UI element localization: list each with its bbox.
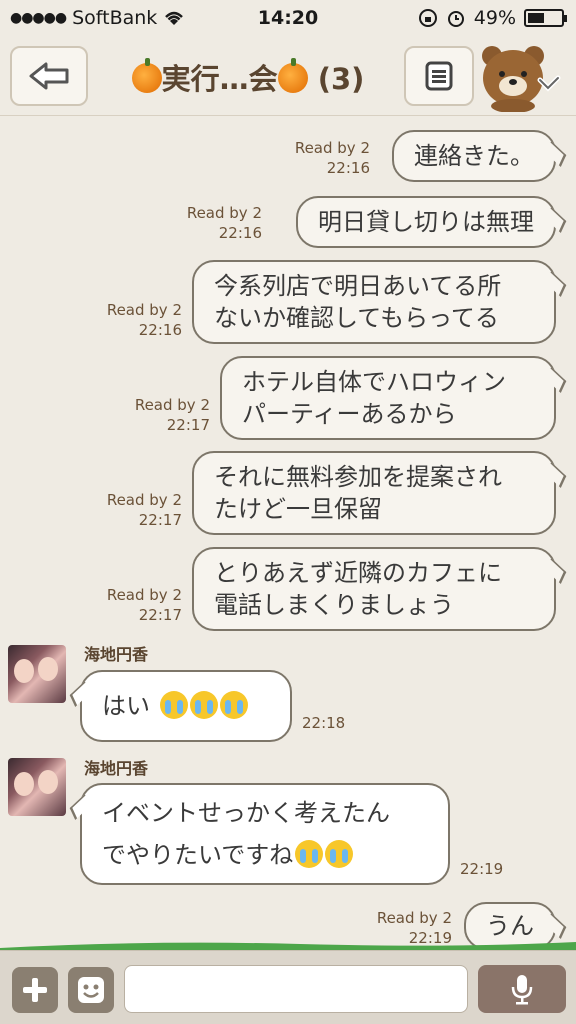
brown-bear-icon bbox=[482, 46, 561, 113]
message-text: ないか確認してもらってる bbox=[214, 304, 499, 332]
crying-face-emoji bbox=[219, 691, 248, 719]
menu-icon bbox=[425, 61, 453, 91]
read-receipt: Read by 2 bbox=[106, 586, 182, 604]
avatar[interactable] bbox=[8, 645, 66, 703]
message-text: パーティーあるから bbox=[242, 400, 457, 428]
message-meta: Read by 2 22:16 bbox=[82, 300, 182, 340]
message-text: とりあえず近隣のカフェに bbox=[214, 559, 502, 587]
message-meta: Read by 2 22:16 bbox=[162, 203, 262, 243]
pumpkin-icon bbox=[277, 58, 308, 93]
rotation-lock-icon bbox=[418, 9, 437, 27]
status-bar: ●●●●● SoftBank 14:20 49% bbox=[0, 0, 576, 36]
battery-icon bbox=[524, 9, 567, 27]
outgoing-message-bubble[interactable]: それに無料参加を提案され たけど一旦保留 bbox=[192, 451, 556, 535]
message-text: 明日貸し切りは無理 bbox=[318, 208, 534, 236]
crying-face-emoji bbox=[189, 691, 218, 719]
outgoing-message-bubble[interactable]: 明日貸し切りは無理 bbox=[296, 196, 556, 248]
message-text: それに無料参加を提案され bbox=[214, 463, 502, 491]
message-time: 22:16 bbox=[218, 224, 262, 242]
message-text: でやりたいですね bbox=[102, 834, 428, 876]
read-receipt: Read by 2 bbox=[294, 139, 370, 157]
read-receipt: Read by 2 bbox=[106, 491, 182, 509]
message-text: たけど一旦保留 bbox=[214, 495, 382, 523]
profile-button[interactable] bbox=[478, 42, 568, 113]
back-arrow-icon bbox=[29, 62, 69, 90]
read-receipt: Read by 2 bbox=[134, 396, 210, 414]
message-text: 今系列店で明日あいてる所 bbox=[214, 272, 502, 300]
pumpkin-icon bbox=[131, 58, 162, 93]
sender-name: 海地円香 bbox=[84, 759, 149, 778]
message-input[interactable] bbox=[124, 965, 468, 1013]
voice-button[interactable] bbox=[478, 965, 566, 1013]
sticker-button[interactable] bbox=[68, 967, 114, 1013]
avatar[interactable] bbox=[8, 758, 66, 816]
chat-title-text: 実行…会 bbox=[161, 62, 278, 96]
crying-face-emoji bbox=[159, 691, 188, 719]
incoming-message-bubble[interactable]: はい bbox=[80, 670, 292, 742]
outgoing-message-bubble[interactable]: 今系列店で明日あいてる所 ないか確認してもらってる bbox=[192, 260, 556, 344]
message-text: はい bbox=[102, 685, 270, 727]
chat-title: 実行…会 (3) bbox=[104, 56, 392, 98]
message-time: 22:16 bbox=[326, 159, 370, 177]
plus-icon bbox=[23, 978, 47, 1002]
outgoing-message-bubble[interactable]: 連絡きた。 bbox=[392, 130, 556, 182]
message-meta: Read by 2 22:16 bbox=[270, 138, 370, 178]
sticker-icon bbox=[78, 977, 104, 1003]
message-meta: Read by 2 22:17 bbox=[82, 585, 182, 625]
message-text: イベントせっかく考えたん bbox=[102, 799, 390, 827]
read-receipt: Read by 2 bbox=[376, 909, 452, 927]
member-count: (3) bbox=[317, 62, 365, 96]
input-bar bbox=[0, 950, 576, 1024]
message-text: 電話しまくりましょう bbox=[214, 591, 454, 619]
message-time: 22:17 bbox=[138, 511, 182, 529]
sender-name: 海地円香 bbox=[84, 645, 149, 664]
message-time: 22:17 bbox=[166, 416, 210, 434]
incoming-message-bubble[interactable]: イベントせっかく考えたん でやりたいですね bbox=[80, 783, 450, 885]
crying-face-emoji bbox=[295, 840, 324, 868]
message-time: 22:17 bbox=[138, 606, 182, 624]
message-meta: Read by 2 22:17 bbox=[110, 395, 210, 435]
read-receipt: Read by 2 bbox=[186, 204, 262, 222]
status-right: 49% bbox=[418, 7, 567, 29]
outgoing-message-bubble[interactable]: とりあえず近隣のカフェに 電話しまくりましょう bbox=[192, 547, 556, 631]
message-text: 連絡きた。 bbox=[414, 142, 534, 170]
read-receipt: Read by 2 bbox=[106, 301, 182, 319]
microphone-icon bbox=[511, 975, 533, 1005]
outgoing-message-bubble[interactable]: ホテル自体でハロウィン パーティーあるから bbox=[220, 356, 556, 440]
message-text: ホテル自体でハロウィン bbox=[242, 368, 506, 396]
menu-button[interactable] bbox=[404, 46, 474, 106]
message-meta: Read by 2 22:17 bbox=[82, 490, 182, 530]
battery-percent: 49% bbox=[473, 7, 516, 29]
message-time: 22:16 bbox=[138, 321, 182, 339]
alarm-icon bbox=[447, 11, 464, 27]
back-button[interactable] bbox=[10, 46, 88, 106]
chat-header: 実行…会 (3) bbox=[0, 36, 576, 116]
plus-button[interactable] bbox=[12, 967, 58, 1013]
crying-face-emoji bbox=[325, 840, 354, 868]
message-time: 22:18 bbox=[302, 714, 346, 732]
message-time: 22:19 bbox=[460, 860, 504, 878]
